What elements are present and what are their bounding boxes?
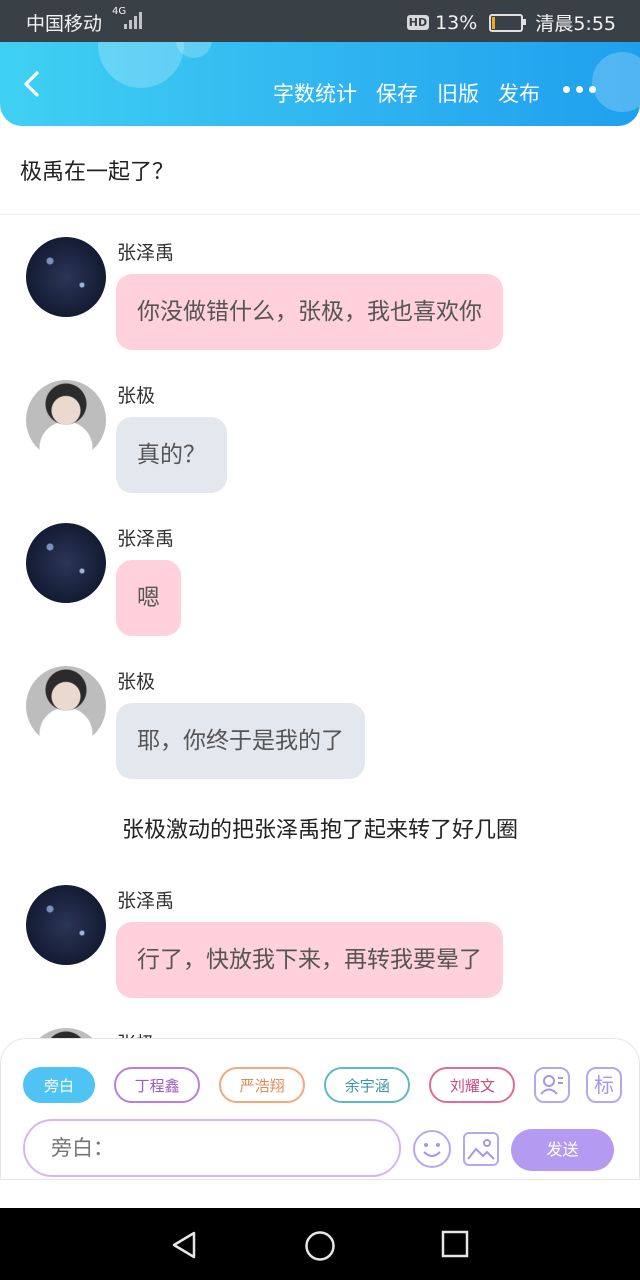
system-nav-bar (0, 1208, 640, 1280)
message-bubble[interactable]: 行了，快放我下来，再转我要晕了 (116, 922, 503, 998)
character-selector: 旁白 丁程鑫 严浩翔 余宇涵 刘耀文 (23, 1067, 517, 1107)
composer-panel: 旁白 丁程鑫 严浩翔 余宇涵 刘耀文 标 发送 (0, 1038, 640, 1180)
character-chip-narrator[interactable]: 旁白 (23, 1067, 95, 1103)
character-chip[interactable]: 余宇涵 (324, 1067, 411, 1103)
narration-text[interactable]: 张极激动的把张泽禹抱了起来转了好几圈 (0, 812, 640, 844)
avatar (26, 380, 106, 460)
speaker-name: 张泽禹 (117, 528, 175, 550)
back-triangle-icon[interactable] (170, 1230, 198, 1260)
story-title[interactable]: 极禹在一起了？ (20, 154, 174, 186)
battery-icon (489, 13, 527, 32)
image-icon[interactable] (463, 1132, 499, 1166)
character-card-icon[interactable] (534, 1067, 570, 1103)
speaker-name: 张极 (117, 671, 156, 693)
home-circle-icon[interactable] (304, 1230, 336, 1262)
speaker-name: 张极 (117, 385, 156, 407)
decoration-bubble (98, 42, 184, 88)
character-chip[interactable]: 丁程鑫 (114, 1067, 201, 1103)
message-bubble[interactable]: 你没做错什么，张极，我也喜欢你 (116, 274, 503, 350)
avatar (26, 885, 106, 965)
signal-icon (124, 11, 146, 29)
character-chip[interactable]: 刘耀文 (429, 1067, 516, 1103)
battery-fill (492, 16, 496, 29)
avatar (26, 666, 106, 746)
chevron-left-icon[interactable] (22, 70, 42, 98)
message-bubble[interactable]: 嗯 (116, 560, 181, 636)
decoration-bubble (592, 52, 640, 112)
old-version-button[interactable]: 旧版 (437, 78, 479, 108)
hd-icon: HD (406, 15, 430, 30)
word-count-button[interactable]: 字数统计 (273, 78, 357, 108)
avatar (26, 237, 106, 317)
speaker-name: 张泽禹 (117, 242, 175, 264)
header-actions: 字数统计 保存 旧版 发布 (273, 78, 540, 108)
message-bubble[interactable]: 真的？ (116, 417, 227, 493)
recents-square-icon[interactable] (441, 1230, 469, 1258)
emoji-icon[interactable] (413, 1130, 451, 1168)
app-header: 字数统计 保存 旧版 发布 (0, 42, 640, 126)
status-bar: 中国移动 4G HD 13% 清晨5:55 (0, 0, 640, 42)
speaker-name: 张泽禹 (117, 890, 175, 912)
send-button[interactable]: 发送 (511, 1129, 614, 1171)
save-button[interactable]: 保存 (376, 78, 418, 108)
carrier-name: 中国移动 (26, 13, 103, 35)
avatar (26, 523, 106, 603)
character-chip[interactable]: 严浩翔 (219, 1067, 306, 1103)
dialogue-input[interactable] (23, 1119, 401, 1177)
tag-button[interactable]: 标 (586, 1067, 622, 1103)
battery-percent: 13% (435, 11, 478, 34)
message-bubble[interactable]: 耶，你终于是我的了 (116, 703, 365, 779)
more-dots-icon[interactable] (563, 86, 596, 93)
publish-button[interactable]: 发布 (498, 78, 540, 108)
clock: 清晨5:55 (535, 13, 616, 35)
divider (0, 214, 640, 215)
